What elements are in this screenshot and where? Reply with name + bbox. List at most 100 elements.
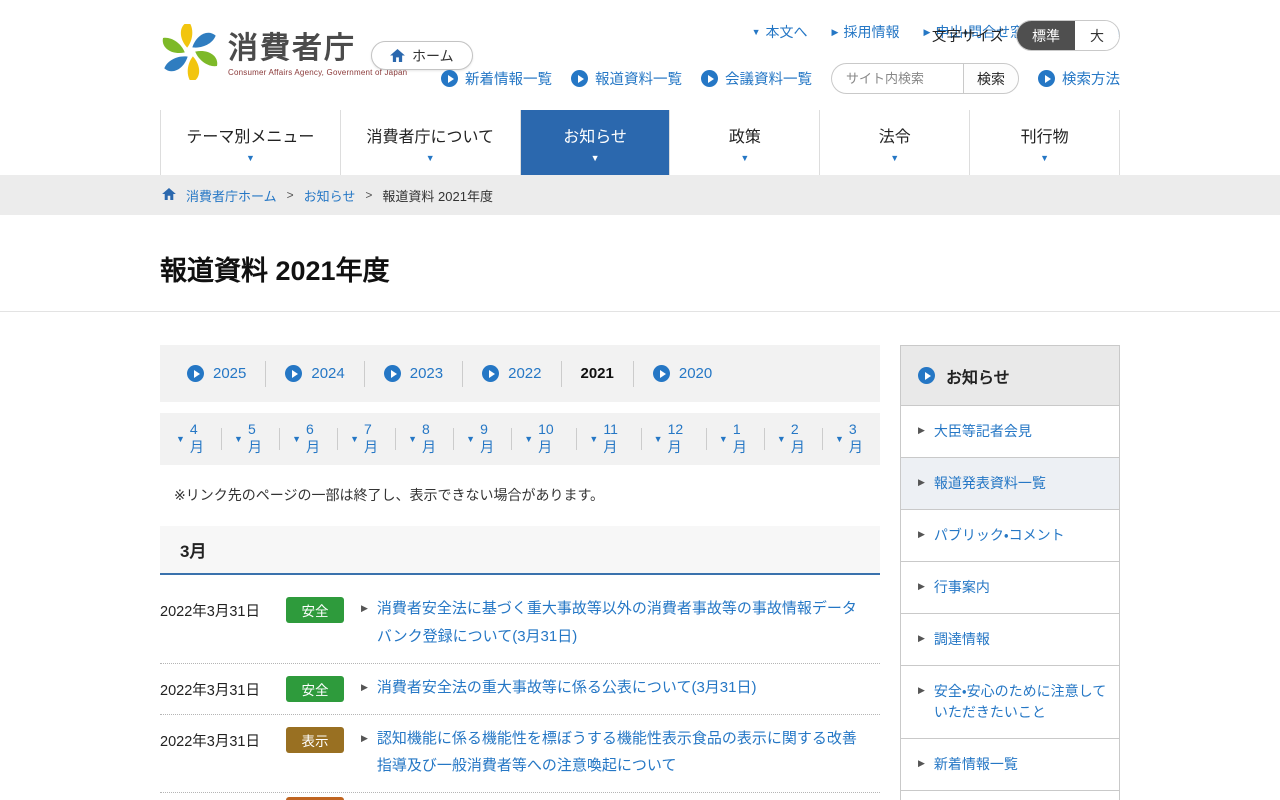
year-tab-label[interactable]: 2024 — [311, 365, 344, 382]
news-title-link[interactable]: 認知機能に係る機能性を標ぼうする機能性表示食品の表示に関する改善指導及び一般消費… — [377, 725, 862, 781]
year-tab-label[interactable]: 2020 — [679, 365, 712, 382]
news-item-row: 2022年3月30日 制度 ▶ 消費者被害防止ネットワーク東海とひかり司法書士法… — [160, 793, 880, 800]
year-tab-label[interactable]: 2023 — [410, 365, 443, 382]
sidebar-item[interactable]: ▶ パブリック・コメント — [901, 510, 1119, 562]
sidebar-item[interactable]: ▶ リコール情報 — [901, 791, 1119, 800]
month-link[interactable]: ▼ 4月 — [164, 421, 223, 455]
text-size-large-button[interactable]: 大 — [1075, 21, 1119, 50]
month-link[interactable]: ▼ 7月 — [338, 421, 397, 455]
site-search: 検索 — [831, 63, 1019, 94]
sidebar-item[interactable]: ▶ 大臣等記者会見 — [901, 406, 1119, 458]
triangle-down-icon: ▼ — [834, 433, 844, 444]
quick-link[interactable]: 会議資料一覧 — [701, 68, 812, 89]
utility-link[interactable]: ▼ 本文へ — [752, 22, 808, 42]
month-link-label[interactable]: 3月 — [849, 421, 868, 457]
month-link[interactable]: ▼ 11月 — [577, 421, 642, 455]
nav-menu-item[interactable]: 消費者庁について ▼ — [340, 110, 521, 175]
sidebar-item-label[interactable]: パブリック・コメント — [934, 525, 1065, 546]
triangle-right-icon: ▶ — [361, 603, 368, 613]
triangle-right-icon: ▶ — [918, 581, 925, 591]
category-badge: 安全 — [286, 597, 344, 623]
sidebar-item-label[interactable]: 行事案内 — [934, 577, 990, 598]
utility-link-label: 本文へ — [765, 24, 808, 40]
triangle-right-icon: ▶ — [918, 758, 925, 768]
quick-link[interactable]: 新着情報一覧 — [441, 68, 552, 89]
triangle-down-icon: ▼ — [589, 433, 599, 444]
month-link-label[interactable]: 2月 — [791, 421, 810, 457]
nav-menu-item[interactable]: 法令 ▼ — [820, 110, 971, 175]
triangle-down-icon: ▼ — [718, 433, 728, 444]
triangle-down-icon: ▼ — [176, 433, 185, 444]
nav-menu-item[interactable]: 刊行物 ▼ — [970, 110, 1120, 175]
news-title-link[interactable]: 消費者被害防止ネットワーク東海とひかり司法書士法人との間で差止請求に係る合意が成… — [377, 795, 862, 800]
utility-link-label: 採用情報 — [843, 24, 900, 40]
triangle-right-icon: ▶ — [918, 425, 925, 435]
sidebar-item-label[interactable]: 報道発表資料一覧 — [934, 473, 1046, 494]
sidebar-item[interactable]: ▶ 報道発表資料一覧 — [901, 458, 1119, 510]
text-size-standard-button[interactable]: 標準 — [1017, 21, 1075, 50]
month-link-label[interactable]: 12月 — [668, 421, 694, 457]
sidebar-item[interactable]: ▶ 新着情報一覧 — [901, 739, 1119, 791]
breadcrumb-home-link[interactable]: 消費者庁ホーム — [186, 186, 277, 205]
month-link[interactable]: ▼ 2月 — [765, 421, 823, 455]
nav-menu-label: テーマ別メニュー — [186, 128, 315, 146]
month-link-label[interactable]: 4月 — [190, 421, 209, 457]
search-help-link[interactable]: 検索方法 — [1038, 68, 1120, 89]
text-size-pill: 標準 大 — [1016, 20, 1120, 51]
quick-link[interactable]: 報道資料一覧 — [571, 68, 682, 89]
month-link-label[interactable]: 7月 — [364, 421, 383, 457]
news-item-row: 2022年3月31日 表示 ▶ 認知機能に係る機能性を標ぼうする機能性表示食品の… — [160, 715, 880, 793]
triangle-right-icon: ▶ — [918, 685, 925, 695]
play-circle-icon — [482, 365, 500, 382]
year-tab[interactable]: 2020 — [634, 361, 731, 387]
year-tab[interactable]: 2025 — [168, 360, 267, 387]
year-tab[interactable]: 2023 — [365, 360, 464, 387]
news-title-link[interactable]: 消費者安全法に基づく重大事故等以外の消費者事故等の事故情報データバンク登録につい… — [377, 595, 862, 651]
news-date: 2022年3月31日 — [160, 682, 260, 699]
month-link-label[interactable]: 9月 — [480, 421, 499, 457]
sidebar-item[interactable]: ▶ 行事案内 — [901, 562, 1119, 614]
breadcrumb: 消費者庁ホーム > お知らせ > 報道資料 2021年度 — [0, 175, 1280, 215]
breadcrumb-oshirase-link[interactable]: お知らせ — [304, 186, 356, 205]
sidebar-item-label[interactable]: 調達情報 — [934, 629, 990, 650]
play-circle-icon — [187, 365, 204, 382]
month-link[interactable]: ▼ 5月 — [222, 421, 281, 455]
sidebar-item-label[interactable]: 新着情報一覧 — [934, 754, 1018, 775]
year-tab[interactable]: 2024 — [266, 360, 365, 387]
month-link[interactable]: ▼ 9月 — [454, 421, 513, 455]
month-link-label[interactable]: 8月 — [422, 421, 441, 457]
utility-link[interactable]: ▶ 採用情報 — [832, 22, 900, 42]
month-link-label[interactable]: 6月 — [306, 421, 325, 457]
year-tab-label[interactable]: 2021 — [581, 365, 614, 382]
category-badge: 表示 — [286, 726, 344, 753]
nav-menu-label: 消費者庁について — [366, 128, 494, 146]
news-title-link[interactable]: 消費者安全法の重大事故等に係る公表について(3月31日) — [377, 674, 757, 702]
nav-menu-item[interactable]: テーマ別メニュー ▼ — [161, 110, 341, 175]
search-button[interactable]: 検索 — [963, 63, 1019, 94]
month-link[interactable]: ▼ 3月 — [823, 421, 880, 455]
nav-menu-item[interactable]: お知らせ ▼ — [520, 110, 671, 175]
page: 消費者庁 Consumer Affairs Agency, Government… — [0, 0, 1280, 800]
sidebar-item[interactable]: ▶ 安全・安心のために注意していただきたいこと — [901, 666, 1119, 739]
sidebar-item-label[interactable]: 大臣等記者会見 — [934, 421, 1032, 442]
play-circle-icon — [441, 70, 458, 87]
sidebar-item[interactable]: ▶ 調達情報 — [901, 614, 1119, 666]
year-tab[interactable]: 2022 — [463, 360, 562, 387]
month-link[interactable]: ▼ 10月 — [512, 421, 578, 455]
year-tab-label[interactable]: 2022 — [508, 365, 541, 382]
month-link-label[interactable]: 1月 — [733, 421, 752, 457]
nav-menu-item[interactable]: 政策 ▼ — [670, 110, 821, 175]
month-link-label[interactable]: 10月 — [538, 421, 564, 457]
month-link[interactable]: ▼ 12月 — [642, 421, 707, 455]
sidebar-item-label[interactable]: 安全・安心のために注意していただきたいこと — [934, 681, 1109, 723]
search-input[interactable] — [831, 63, 963, 94]
news-date: 2022年3月30日 — [160, 795, 272, 800]
month-link-label[interactable]: 11月 — [603, 421, 628, 457]
month-link-label[interactable]: 5月 — [248, 421, 267, 457]
month-link[interactable]: ▼ 8月 — [396, 421, 455, 455]
triangle-down-icon: ▼ — [350, 433, 360, 444]
year-tab[interactable]: 2021 — [562, 360, 634, 387]
month-link[interactable]: ▼ 6月 — [280, 421, 339, 455]
year-tab-label[interactable]: 2025 — [213, 365, 246, 382]
month-link[interactable]: ▼ 1月 — [707, 421, 765, 455]
